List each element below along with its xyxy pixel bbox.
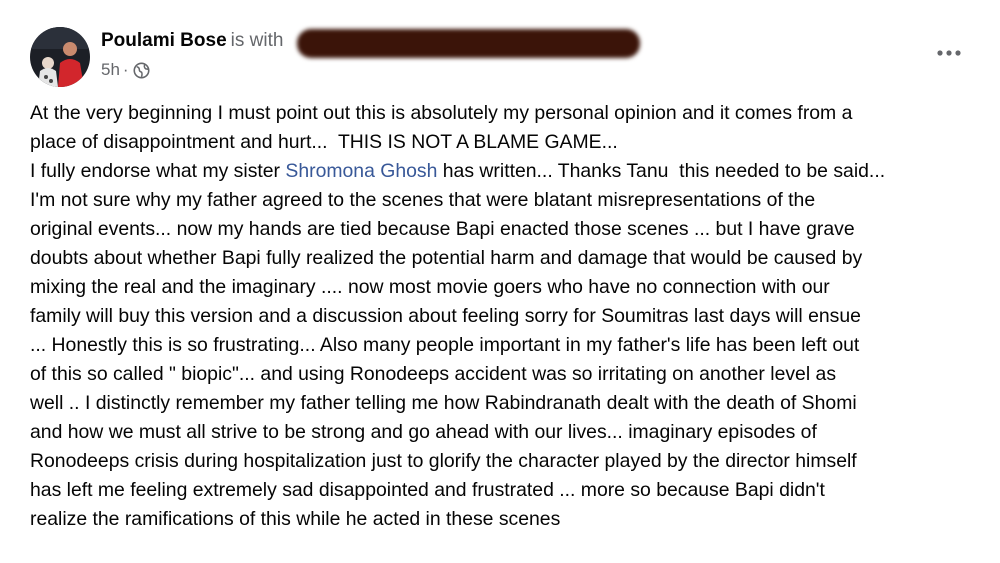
author-name-link[interactable]: Poulami Bose <box>101 30 227 51</box>
post-body-line: realize the ramifications of this while … <box>30 508 561 530</box>
post-body-line: ... Honestly this is so frustrating... A… <box>30 334 860 356</box>
post-body-line: of this so called " biopic"... and using… <box>30 363 837 385</box>
post-body-line: doubts about whether Bapi fully realized… <box>30 247 863 269</box>
meta-separator: · <box>122 60 129 79</box>
post-body-line: Ronodeeps crisis during hospitalization … <box>30 450 857 472</box>
post-body: At the very beginning I must point out t… <box>30 99 985 534</box>
more-horizontal-icon <box>937 50 961 56</box>
post-timestamp[interactable]: 5h <box>101 60 120 80</box>
post-body-line: has left me feeling extremely sad disapp… <box>30 479 825 501</box>
post-body-text: has written... Thanks Tanu this needed t… <box>437 160 886 182</box>
post-body-line: I fully endorse what my sister Shromona … <box>30 157 985 186</box>
post-body-line: At the very beginning I must point out t… <box>30 102 853 124</box>
redacted-tagged-user[interactable] <box>297 29 640 58</box>
more-options-button[interactable] <box>930 38 968 68</box>
post-body-line: well .. I distinctly remember my father … <box>30 392 857 414</box>
post-body-line: I'm not sure why my father agreed to the… <box>30 189 816 211</box>
post-body-line: place of disappointment and hurt... THIS… <box>30 131 618 153</box>
post-body-line: family will buy this version and a discu… <box>30 305 861 327</box>
globe-icon[interactable] <box>133 61 150 79</box>
post-body-line: original events... now my hands are tied… <box>30 218 855 240</box>
post-body-line: mixing the real and the imaginary .... n… <box>30 276 830 298</box>
facebook-post: Poulami Bose is with 5h · At the very beg… <box>0 0 1000 563</box>
post-body-text: I fully endorse what my sister <box>30 160 286 182</box>
mention-link-shromona-ghosh[interactable]: Shromona Ghosh <box>285 160 437 182</box>
post-header-line: Poulami Bose is with <box>101 30 283 52</box>
post-meta: 5h · <box>101 60 150 80</box>
author-avatar[interactable] <box>30 27 90 87</box>
with-label: is with <box>230 30 284 51</box>
post-body-line: and how we must all strive to be strong … <box>30 421 817 443</box>
